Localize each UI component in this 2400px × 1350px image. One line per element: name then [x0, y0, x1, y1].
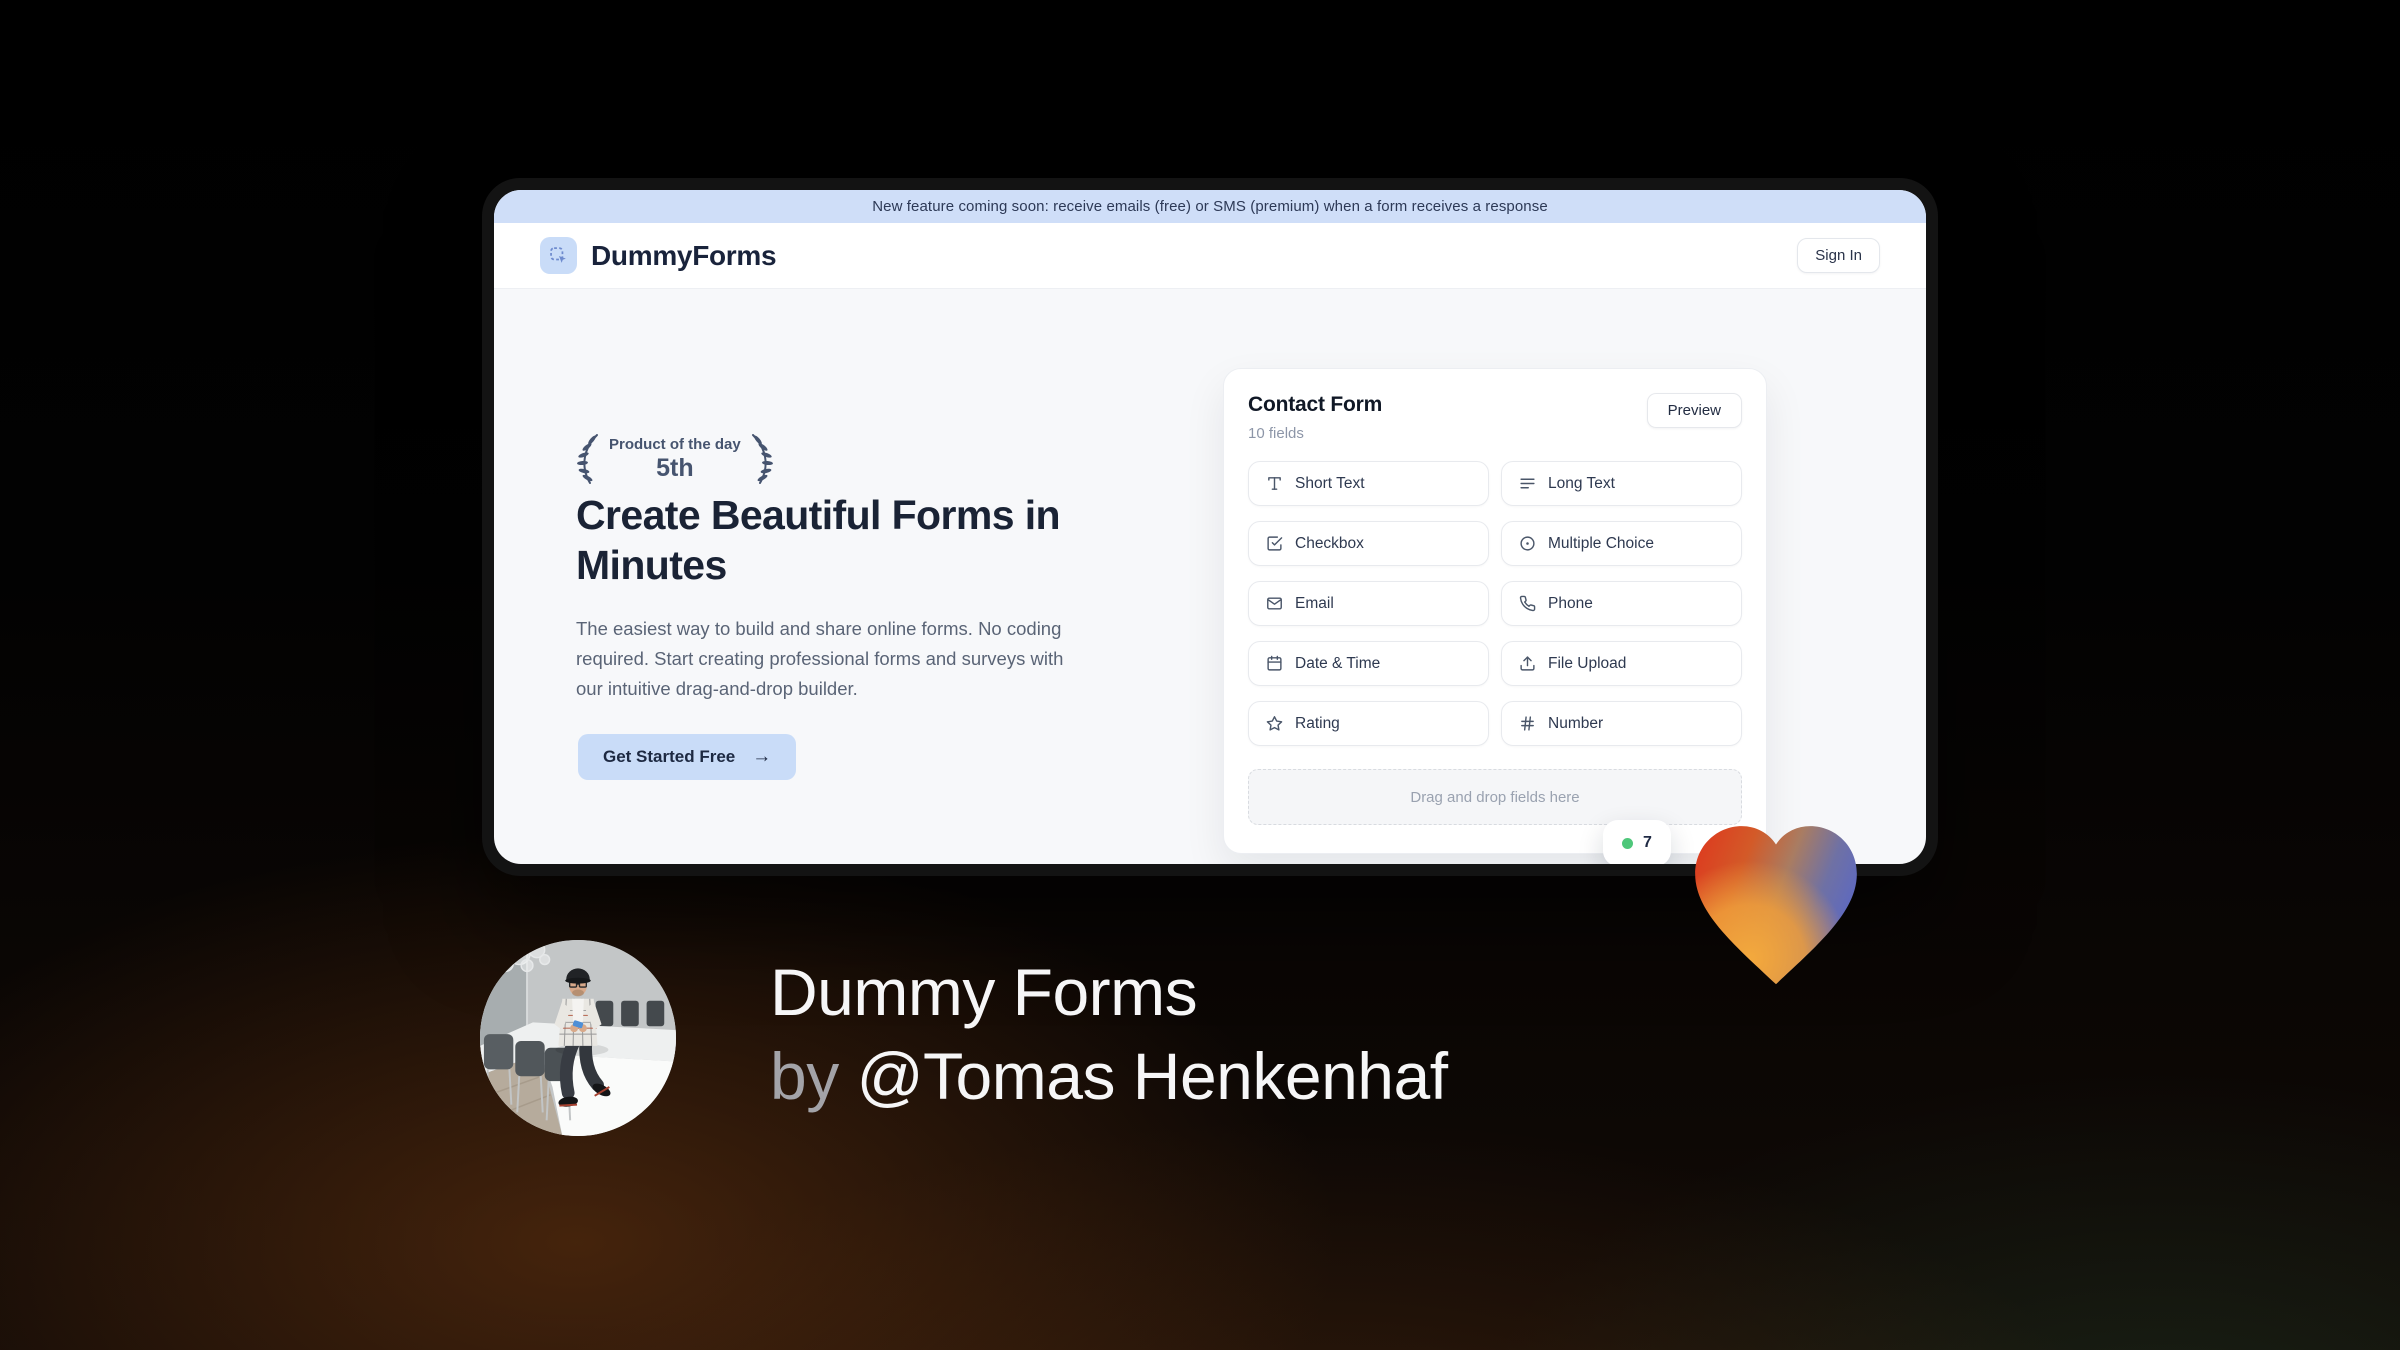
field-label: Email	[1295, 594, 1334, 612]
get-started-button[interactable]: Get Started Free →	[578, 734, 797, 780]
app-page: New feature coming soon: receive emails …	[494, 190, 1926, 864]
field-label: Number	[1548, 714, 1604, 732]
field-type-file-upload[interactable]: File Upload	[1501, 641, 1742, 686]
field-label: File Upload	[1548, 654, 1627, 672]
hero-description: The easiest way to build and share onlin…	[576, 618, 1064, 699]
dropzone-hint: Drag and drop fields here	[1410, 788, 1580, 806]
hash-icon	[1519, 715, 1536, 732]
field-type-email[interactable]: Email	[1248, 581, 1489, 626]
field-type-phone[interactable]: Phone	[1501, 581, 1742, 626]
browser-window: New feature coming soon: receive emails …	[482, 178, 1938, 876]
announcement-text: New feature coming soon: receive emails …	[872, 198, 1548, 215]
field-label: Checkbox	[1295, 534, 1364, 552]
field-type-date-time[interactable]: Date & Time	[1248, 641, 1489, 686]
green-dot-icon	[1622, 837, 1633, 849]
field-label: Rating	[1295, 714, 1340, 732]
calendar-icon	[1266, 655, 1283, 672]
upload-icon	[1519, 655, 1536, 672]
align-left-icon	[1519, 475, 1536, 492]
radio-icon	[1519, 535, 1536, 552]
field-label: Date & Time	[1295, 654, 1381, 672]
status-badge-text: 7	[1643, 834, 1652, 851]
field-label: Long Text	[1548, 474, 1615, 492]
brand-logo[interactable]: DummyForms	[540, 237, 777, 274]
brand-name: DummyForms	[591, 239, 777, 271]
sign-in-button[interactable]: Sign In	[1797, 238, 1880, 273]
field-type-grid: Short Text Long Text Checkbox Multiple C…	[1248, 461, 1742, 746]
logo-cursor-icon	[540, 237, 577, 274]
caption-title: Dummy Forms	[770, 955, 1198, 1029]
mail-icon	[1266, 595, 1283, 612]
caption-by: by	[770, 1039, 839, 1113]
arrow-right-icon: →	[752, 746, 772, 767]
caption: Dummy Forms by @Tomas Henkenhaf	[770, 950, 1448, 1118]
hero-heading: Create Beautiful Forms in Minutes	[576, 490, 1061, 590]
maker-avatar	[480, 940, 676, 1136]
form-dropzone[interactable]: Drag and drop fields here	[1248, 769, 1742, 825]
field-type-number[interactable]: Number	[1501, 701, 1742, 746]
promo-canvas: New feature coming soon: receive emails …	[0, 0, 2400, 1350]
form-title: Contact Form	[1248, 393, 1383, 416]
laurel-right-icon	[751, 434, 773, 484]
field-label: Phone	[1548, 594, 1593, 612]
field-type-multiple-choice[interactable]: Multiple Choice	[1501, 521, 1742, 566]
top-navigation: DummyForms Sign In	[494, 223, 1926, 289]
type-icon	[1266, 475, 1283, 492]
award-rank: 5th	[656, 453, 694, 482]
status-badge: 7	[1603, 820, 1671, 864]
phone-icon	[1519, 595, 1536, 612]
field-type-short-text[interactable]: Short Text	[1248, 461, 1489, 506]
heart-icon	[1695, 826, 1857, 985]
product-of-the-day-badge: Product of the day 5th	[564, 430, 786, 488]
hero-heading-line2: Minutes	[576, 542, 727, 588]
preview-button[interactable]: Preview	[1646, 393, 1742, 428]
field-type-checkbox[interactable]: Checkbox	[1248, 521, 1489, 566]
form-field-count: 10 fields	[1248, 425, 1304, 442]
field-type-rating[interactable]: Rating	[1248, 701, 1489, 746]
star-icon	[1266, 715, 1283, 732]
award-title: Product of the day	[609, 435, 741, 453]
checkbox-icon	[1266, 535, 1283, 552]
get-started-label: Get Started Free	[603, 747, 736, 766]
caption-author: @Tomas Henkenhaf	[856, 1039, 1448, 1113]
announcement-banner: New feature coming soon: receive emails …	[494, 190, 1926, 223]
laurel-left-icon	[577, 434, 598, 484]
hero-heading-line1: Create Beautiful Forms in	[576, 492, 1061, 538]
form-builder-card: Contact Form 10 fields Preview Short Tex…	[1223, 368, 1767, 854]
field-label: Multiple Choice	[1548, 534, 1654, 552]
field-type-long-text[interactable]: Long Text	[1501, 461, 1742, 506]
field-label: Short Text	[1295, 474, 1365, 492]
